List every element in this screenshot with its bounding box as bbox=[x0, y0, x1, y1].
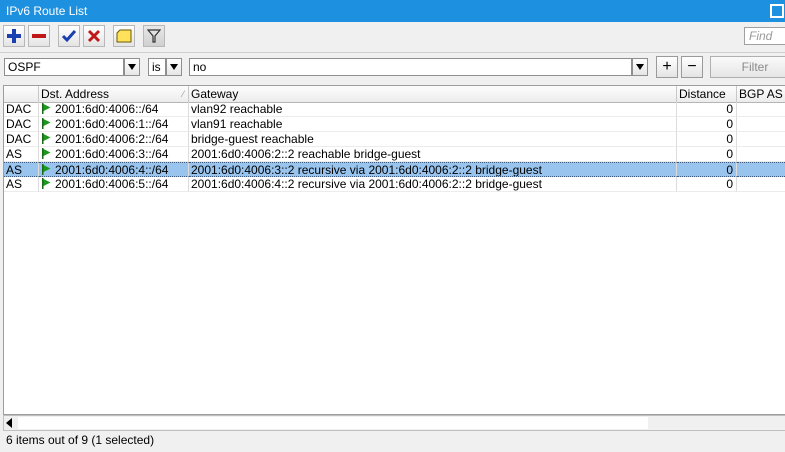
comment-button[interactable] bbox=[113, 25, 135, 47]
route-flag-icon bbox=[42, 148, 51, 159]
table-row[interactable]: AS 2001:6d0:4006:4::/64 2001:6d0:4006:3::2… bbox=[4, 162, 785, 177]
table-row[interactable]: DAC 2001:6d0:4006::/64 vlan92 reachable 0 bbox=[4, 102, 785, 117]
plus-icon bbox=[7, 29, 21, 43]
column-header-bgp-as-path[interactable]: BGP AS P bbox=[737, 86, 785, 102]
dst-address-text: 2001:6d0:4006:5::/64 bbox=[55, 177, 169, 191]
cell-flags: DAC bbox=[4, 132, 39, 147]
cell-dst: 2001:6d0:4006:1::/64 bbox=[39, 117, 189, 132]
disable-button[interactable] bbox=[83, 25, 105, 47]
route-flag-icon bbox=[42, 178, 51, 189]
window-title: IPv6 Route List bbox=[6, 4, 88, 18]
dst-address-text: 2001:6d0:4006:2::/64 bbox=[55, 132, 169, 146]
cell-gateway: bridge-guest reachable bbox=[189, 132, 677, 147]
dst-address-text: 2001:6d0:4006::/64 bbox=[55, 102, 159, 116]
status-bar-text: 6 items out of 9 (1 selected) bbox=[6, 433, 155, 447]
note-icon bbox=[116, 29, 132, 43]
add-button[interactable] bbox=[3, 25, 25, 47]
filter-operator-select[interactable]: is bbox=[148, 58, 166, 76]
horizontal-scrollbar[interactable] bbox=[3, 415, 785, 431]
window-titlebar[interactable]: IPv6 Route List bbox=[0, 0, 785, 22]
table-row[interactable]: AS 2001:6d0:4006:3::/64 2001:6d0:4006:2::2… bbox=[4, 147, 785, 162]
sort-indicator-icon: ⁄ bbox=[182, 89, 184, 99]
filter-bar: OSPF is no + − Filter bbox=[0, 53, 785, 83]
cell-dst: 2001:6d0:4006:2::/64 bbox=[39, 132, 189, 147]
remove-filter-button[interactable]: − bbox=[681, 56, 703, 78]
dst-address-text: 2001:6d0:4006:3::/64 bbox=[55, 147, 169, 161]
column-header-gateway[interactable]: Gateway bbox=[189, 86, 677, 102]
cell-flags: AS bbox=[4, 177, 39, 192]
chevron-down-icon bbox=[170, 64, 178, 70]
cell-distance: 0 bbox=[677, 177, 737, 192]
column-header-distance[interactable]: Distance bbox=[677, 86, 737, 102]
table-header: Dst. Address ⁄ Gateway Distance BGP AS P bbox=[4, 86, 785, 103]
column-header-dst-address[interactable]: Dst. Address ⁄ bbox=[39, 86, 189, 102]
cell-gateway: 2001:6d0:4006:2::2 reachable bridge-gues… bbox=[189, 147, 677, 162]
column-header-flags[interactable] bbox=[4, 86, 39, 102]
cell-dst: 2001:6d0:4006:5::/64 bbox=[39, 177, 189, 192]
cell-flags: AS bbox=[4, 162, 39, 177]
add-filter-button[interactable]: + bbox=[656, 56, 678, 78]
check-icon bbox=[62, 30, 76, 43]
cell-bgp bbox=[737, 162, 785, 177]
cell-bgp bbox=[737, 177, 785, 192]
dst-address-text: 2001:6d0:4006:1::/64 bbox=[55, 117, 169, 131]
filter-toggle-button[interactable] bbox=[143, 25, 165, 47]
cell-distance: 0 bbox=[677, 102, 737, 117]
cell-distance: 0 bbox=[677, 147, 737, 162]
chevron-down-icon bbox=[636, 64, 644, 70]
route-flag-icon bbox=[42, 164, 51, 175]
find-input[interactable]: Find bbox=[744, 27, 785, 45]
cell-bgp bbox=[737, 147, 785, 162]
apply-filter-button[interactable]: Filter bbox=[710, 56, 785, 78]
maximize-button[interactable] bbox=[770, 4, 784, 18]
enable-button[interactable] bbox=[58, 25, 80, 47]
table-row[interactable]: DAC 2001:6d0:4006:1::/64 vlan91 reachable 0 bbox=[4, 117, 785, 132]
dst-address-text: 2001:6d0:4006:4::/64 bbox=[55, 163, 169, 177]
cell-gateway: vlan92 reachable bbox=[189, 102, 677, 117]
cell-dst: 2001:6d0:4006:3::/64 bbox=[39, 147, 189, 162]
table-row[interactable]: AS 2001:6d0:4006:5::/64 2001:6d0:4006:4::2… bbox=[4, 177, 785, 192]
route-flag-icon bbox=[42, 103, 51, 114]
cell-distance: 0 bbox=[677, 117, 737, 132]
filter-field-dropdown[interactable] bbox=[124, 58, 140, 76]
route-flag-icon bbox=[42, 133, 51, 144]
cell-dst: 2001:6d0:4006:4::/64 bbox=[39, 162, 189, 177]
cell-flags: AS bbox=[4, 147, 39, 162]
cell-distance: 0 bbox=[677, 162, 737, 177]
cell-gateway: 2001:6d0:4006:4::2 recursive via 2001:6d… bbox=[189, 177, 677, 192]
scrollbar-thumb[interactable] bbox=[18, 417, 648, 429]
chevron-down-icon bbox=[128, 64, 136, 70]
cell-dst: 2001:6d0:4006::/64 bbox=[39, 102, 189, 117]
cell-bgp bbox=[737, 117, 785, 132]
remove-button[interactable] bbox=[28, 25, 50, 47]
route-flag-icon bbox=[42, 118, 51, 129]
scroll-left-icon[interactable] bbox=[6, 418, 12, 428]
filter-operator-dropdown[interactable] bbox=[166, 58, 182, 76]
cell-bgp bbox=[737, 102, 785, 117]
table-row[interactable]: DAC 2001:6d0:4006:2::/64 bridge-guest reac… bbox=[4, 132, 785, 147]
filter-value-select[interactable]: no bbox=[189, 58, 632, 76]
filter-field-select[interactable]: OSPF bbox=[4, 58, 124, 76]
minus-icon bbox=[32, 34, 46, 38]
x-icon bbox=[87, 29, 101, 43]
route-table: Dst. Address ⁄ Gateway Distance BGP AS P… bbox=[3, 85, 785, 415]
filter-value-dropdown[interactable] bbox=[632, 58, 648, 76]
toolbar bbox=[0, 22, 785, 53]
column-header-label: Dst. Address bbox=[41, 87, 110, 101]
cell-flags: DAC bbox=[4, 102, 39, 117]
cell-gateway: vlan91 reachable bbox=[189, 117, 677, 132]
cell-bgp bbox=[737, 132, 785, 147]
cell-distance: 0 bbox=[677, 132, 737, 147]
cell-gateway: 2001:6d0:4006:3::2 recursive via 2001:6d… bbox=[189, 162, 677, 177]
cell-flags: DAC bbox=[4, 117, 39, 132]
funnel-icon bbox=[147, 29, 161, 43]
